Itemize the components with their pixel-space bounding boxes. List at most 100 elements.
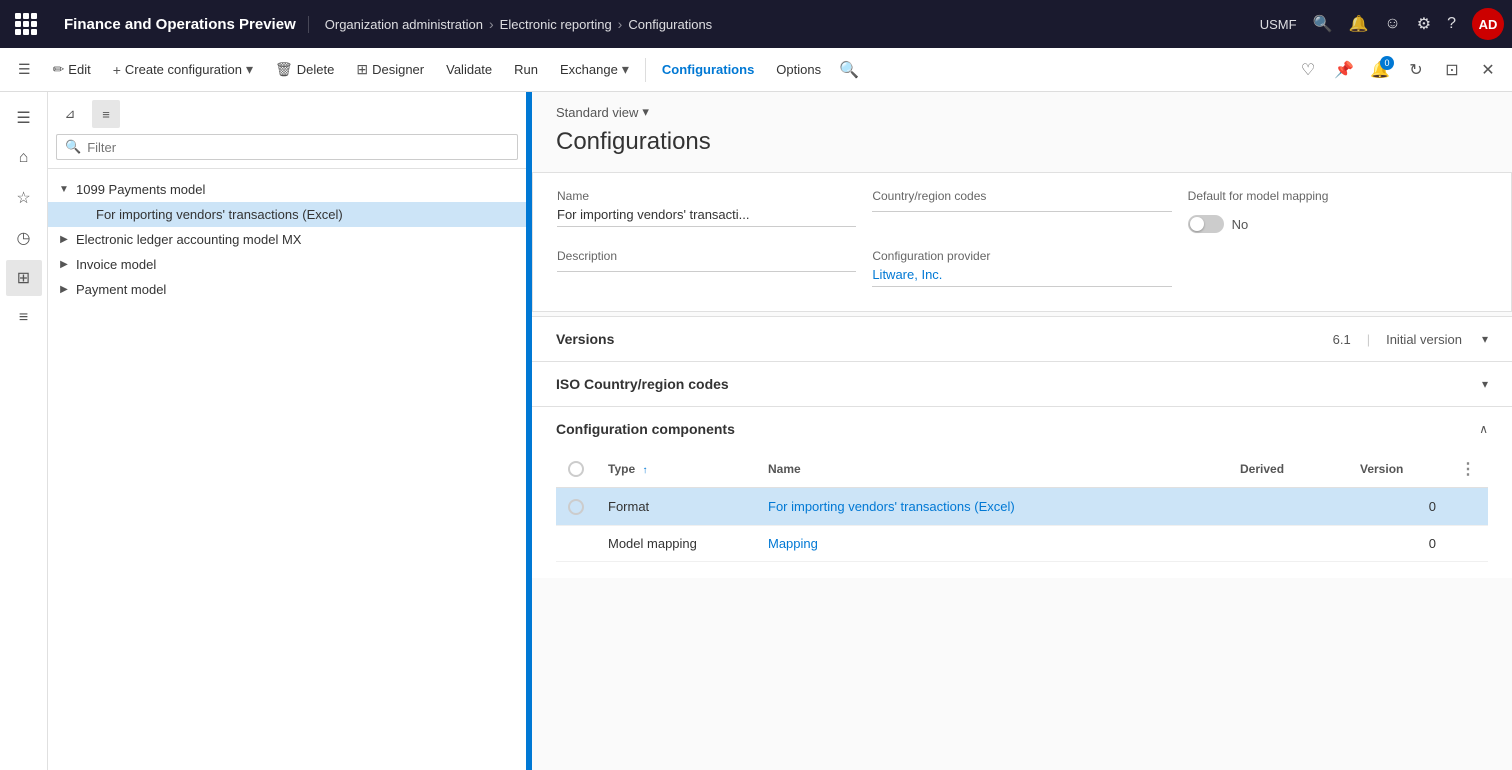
versions-header[interactable]: Versions 6.1 | Initial version ▾ [532, 317, 1512, 361]
pin-icon[interactable]: 📌 [1328, 54, 1360, 86]
toolbar-divider [645, 58, 646, 82]
tree-item-invoice-model[interactable]: Invoice model [48, 252, 526, 277]
provider-value[interactable]: Litware, Inc. [872, 267, 1171, 287]
tree-item-for-importing[interactable]: For importing vendors' transactions (Exc… [48, 202, 526, 227]
gear-icon[interactable]: ⚙ [1417, 14, 1431, 34]
col-header-type[interactable]: Type ↑ [596, 451, 756, 488]
row-name-link-1[interactable]: For importing vendors' transactions (Exc… [768, 499, 1015, 514]
filter-search-icon: 🔍 [65, 139, 81, 155]
notification-badge-btn[interactable]: 🔔 0 [1364, 54, 1396, 86]
config-components-chevron-icon: ∧ [1479, 422, 1488, 436]
form-grid: Name For importing vendors' transacti...… [557, 189, 1487, 287]
versions-chevron-icon: ▾ [1482, 332, 1488, 346]
filter-icon-btn[interactable]: ⊿ [56, 100, 84, 128]
delete-button[interactable]: 🗑 Delete [265, 55, 344, 84]
avatar[interactable]: AD [1472, 8, 1504, 40]
row-name-1: For importing vendors' transactions (Exc… [756, 488, 1228, 526]
col-header-more: ⋮ [1448, 451, 1488, 488]
bell-icon[interactable]: 🔔 [1348, 14, 1368, 34]
sidebar-favorites-icon[interactable]: ☆ [6, 180, 42, 216]
options-button[interactable]: Options [766, 56, 831, 83]
table-row[interactable]: Model mapping Mapping 0 [556, 525, 1488, 561]
toolbar-right: ♡ 📌 🔔 0 ↻ ⊡ ✕ [1292, 54, 1504, 86]
field-description: Description [557, 249, 856, 287]
apps-button[interactable] [8, 6, 44, 42]
col-header-version[interactable]: Version [1348, 451, 1448, 488]
row-type-1: Format [596, 488, 756, 526]
field-name: Name For importing vendors' transacti... [557, 189, 856, 233]
col-header-derived[interactable]: Derived [1228, 451, 1348, 488]
standard-view-btn[interactable]: Standard view ▾ [532, 92, 1512, 124]
run-button[interactable]: Run [504, 56, 548, 83]
breadcrumb-elec-reporting[interactable]: Electronic reporting [500, 17, 612, 32]
name-label: Name [557, 189, 856, 203]
refresh-icon[interactable]: ↻ [1400, 54, 1432, 86]
row-more-1 [1448, 488, 1488, 526]
table-row[interactable]: Format For importing vendors' transactio… [556, 488, 1488, 526]
menu-toggle-btn[interactable]: ☰ [8, 55, 41, 84]
tree-chevron-payment [56, 284, 72, 295]
iso-title: ISO Country/region codes [556, 376, 729, 392]
exchange-button[interactable]: Exchange ▾ [550, 55, 639, 84]
validate-button[interactable]: Validate [436, 56, 502, 83]
edit-button[interactable]: ✏ Edit [43, 55, 101, 84]
tree-label-1099: 1099 Payments model [76, 182, 518, 197]
filter-input[interactable] [87, 140, 509, 155]
help-icon[interactable]: ? [1447, 15, 1456, 33]
designer-button[interactable]: ⊞ Designer [346, 55, 434, 84]
toggle-label: No [1232, 217, 1249, 232]
breadcrumb-sep-2: › [618, 16, 623, 32]
field-provider: Configuration provider Litware, Inc. [872, 249, 1171, 287]
breadcrumb-org-admin[interactable]: Organization administration [325, 17, 483, 32]
row-more-2 [1448, 525, 1488, 561]
header-radio [568, 461, 584, 477]
toggle-wrap: No [1188, 215, 1487, 233]
sidebar-home-icon[interactable]: ⌂ [6, 140, 42, 176]
sidebar-modules-icon[interactable]: ≡ [6, 300, 42, 336]
search-icon[interactable]: 🔍 [1313, 14, 1333, 34]
open-new-icon[interactable]: ⊡ [1436, 54, 1468, 86]
iso-header[interactable]: ISO Country/region codes ▾ [532, 362, 1512, 406]
radio-1[interactable] [568, 499, 584, 515]
badge: 0 [1380, 56, 1394, 70]
create-configuration-button[interactable]: + Create configuration ▾ [103, 55, 263, 84]
tree-panel: ⊿ ≡ 🔍 1099 Payments model For importing … [48, 92, 528, 770]
main-layout: ☰ ⌂ ☆ ◷ ⊞ ≡ ⊿ ≡ 🔍 1099 Payments model [0, 92, 1512, 770]
toolbar-search-btn[interactable]: 🔍 [833, 54, 865, 86]
country-value[interactable] [872, 207, 1171, 212]
config-components-header[interactable]: Configuration components ∧ [532, 407, 1512, 451]
configurations-tab[interactable]: Configurations [652, 56, 764, 83]
sidebar-recent-icon[interactable]: ◷ [6, 220, 42, 256]
table-body: Format For importing vendors' transactio… [556, 488, 1488, 562]
exchange-chevron-icon: ▾ [622, 61, 629, 78]
default-label: Default for model mapping [1188, 189, 1487, 203]
toggle-knob [1190, 217, 1204, 231]
name-value[interactable]: For importing vendors' transacti... [557, 207, 856, 227]
more-icon-header[interactable]: ⋮ [1460, 461, 1476, 478]
breadcrumb-configurations[interactable]: Configurations [628, 17, 712, 32]
row-type-2: Model mapping [596, 525, 756, 561]
versions-section: Versions 6.1 | Initial version ▾ [532, 316, 1512, 361]
tree-label-for-importing: For importing vendors' transactions (Exc… [96, 207, 518, 222]
tree-label-elec-ledger: Electronic ledger accounting model MX [76, 232, 518, 247]
version-label: Initial version [1386, 332, 1462, 347]
tree-item-elec-ledger[interactable]: Electronic ledger accounting model MX [48, 227, 526, 252]
designer-icon: ⊞ [356, 61, 368, 78]
tree-item-1099[interactable]: 1099 Payments model [48, 177, 526, 202]
close-icon[interactable]: ✕ [1472, 54, 1504, 86]
tree-item-payment-model[interactable]: Payment model [48, 277, 526, 302]
bookmark-icon[interactable]: ♡ [1292, 54, 1324, 86]
sidebar-workspaces-icon[interactable]: ⊞ [6, 260, 42, 296]
list-view-btn[interactable]: ≡ [92, 100, 120, 128]
top-right-controls: USMF 🔍 🔔 ☺ ⚙ ? AD [1260, 8, 1504, 40]
row-name-link-2[interactable]: Mapping [768, 536, 818, 551]
row-version-1: 0 [1348, 488, 1448, 526]
breadcrumb-sep-1: › [489, 16, 494, 32]
col-header-name[interactable]: Name [756, 451, 1228, 488]
versions-title: Versions [556, 331, 614, 347]
smiley-icon[interactable]: ☺ [1384, 15, 1400, 33]
description-value[interactable] [557, 267, 856, 272]
edit-icon: ✏ [53, 61, 65, 78]
default-toggle[interactable] [1188, 215, 1224, 233]
sidebar-menu-icon[interactable]: ☰ [6, 100, 42, 136]
